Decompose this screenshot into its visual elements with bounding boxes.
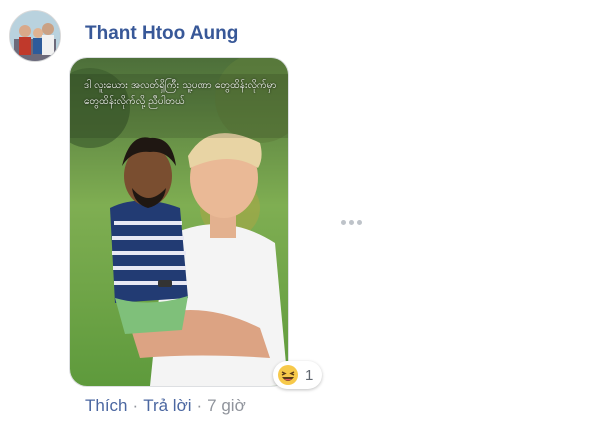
author-avatar[interactable]	[9, 10, 61, 62]
comment-photo[interactable]: ဒါ လူးယေား အလတ်ရှိကြီး သူ့ပဏာ တွေထိန်းလိ…	[69, 57, 289, 387]
dot-icon	[357, 219, 362, 225]
avatar-photo	[10, 11, 60, 61]
more-options-button[interactable]	[341, 215, 365, 229]
separator: ·	[196, 396, 203, 415]
reply-link[interactable]: Trả lời	[143, 396, 191, 416]
dot-icon	[349, 219, 354, 225]
comment-actions: Thích · Trả lời · 7 giờ	[85, 396, 246, 416]
dot-icon	[341, 219, 346, 225]
separator: ·	[132, 396, 139, 415]
like-link[interactable]: Thích	[85, 396, 128, 416]
reaction-summary[interactable]: 1	[273, 361, 323, 389]
reaction-count: 1	[305, 366, 314, 384]
photo-caption: ဒါ လူးယေား အလတ်ရှိကြီး သူ့ပဏာ တွေထိန်းလိ…	[84, 80, 277, 107]
timestamp-link[interactable]: 7 giờ	[207, 396, 246, 416]
laugh-icon	[278, 365, 298, 385]
author-name[interactable]: Thant Htoo Aung	[85, 23, 238, 45]
